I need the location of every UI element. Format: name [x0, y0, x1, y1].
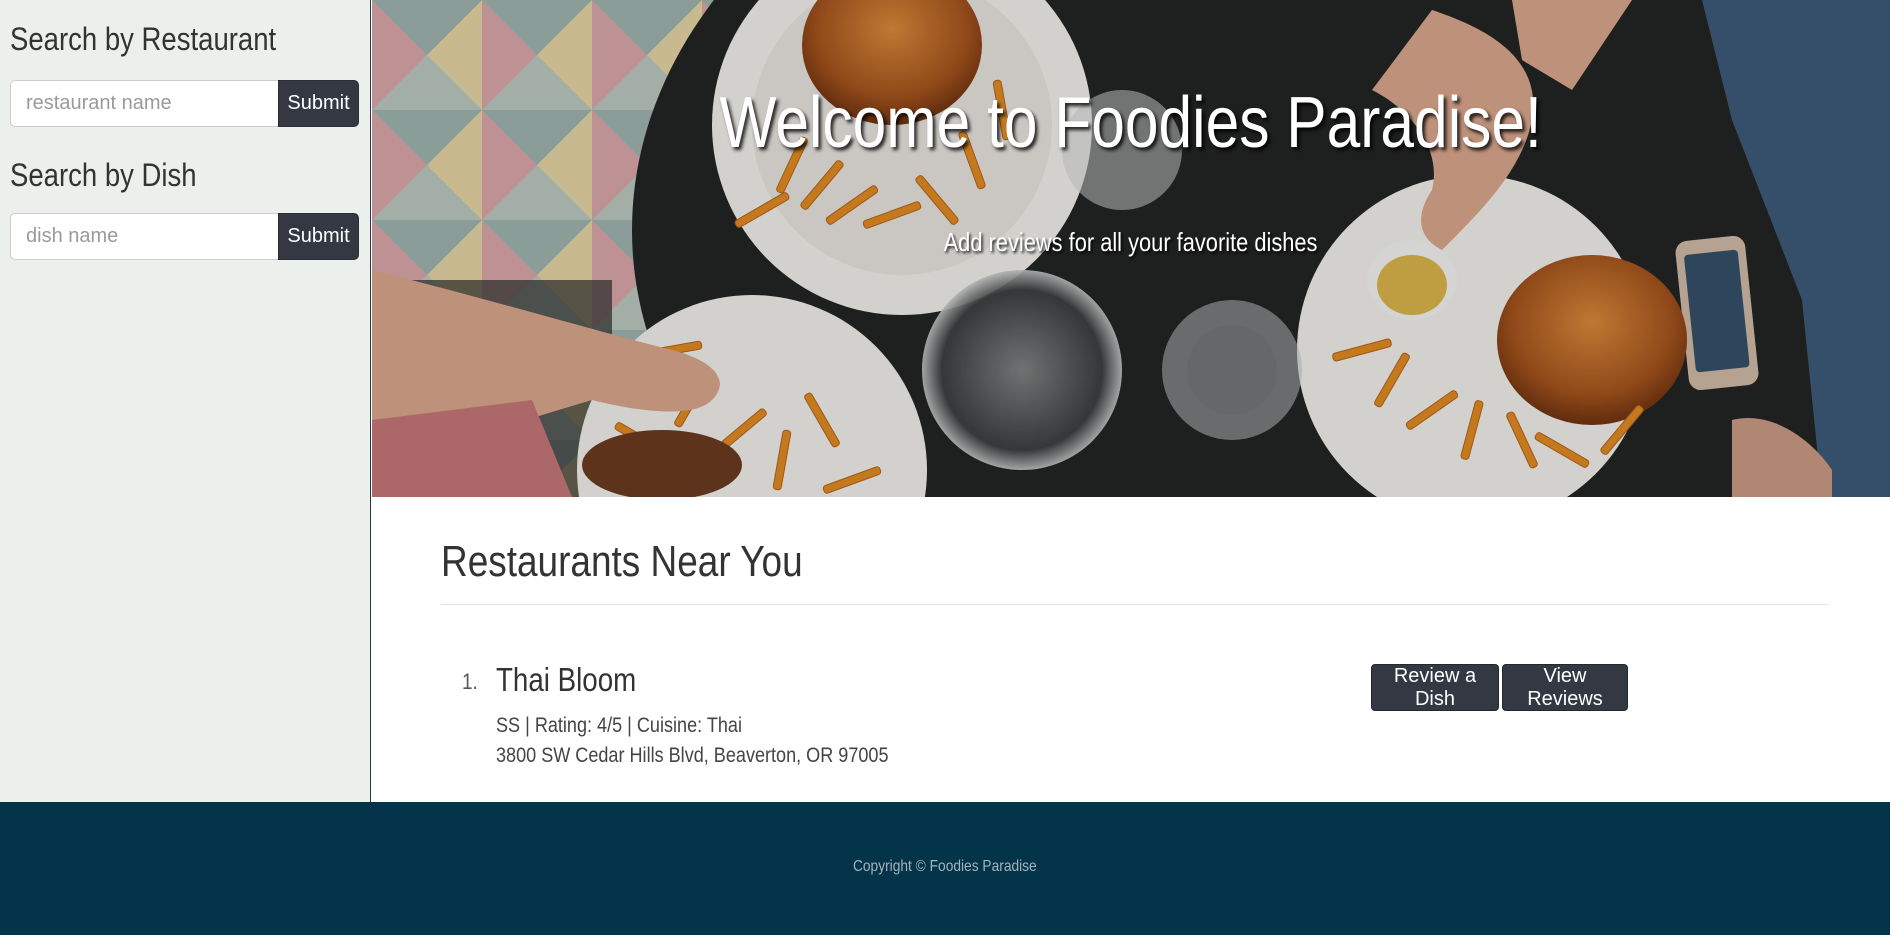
section-title: Restaurants Near You: [441, 537, 803, 586]
dish-search-form: Submit: [10, 213, 360, 260]
restaurant-search-input[interactable]: [10, 80, 278, 127]
sidebar: Search by Restaurant Submit Search by Di…: [0, 0, 371, 802]
list-item-number: 1.: [462, 669, 478, 694]
restaurant-name: Thai Bloom: [496, 661, 637, 698]
restaurant-meta: SS | Rating: 4/5 | Cuisine: Thai: [496, 714, 742, 737]
hero-banner: Welcome to Foodies Paradise! Add reviews…: [372, 0, 1890, 497]
copyright-text: Copyright © Foodies Paradise: [853, 858, 1037, 875]
restaurant-address: 3800 SW Cedar Hills Blvd, Beaverton, OR …: [496, 744, 889, 767]
review-dish-button[interactable]: Review a Dish: [1371, 664, 1499, 711]
dish-search-heading: Search by Dish: [10, 157, 197, 193]
hero-title: Welcome to Foodies Paradise!: [719, 83, 1543, 163]
view-reviews-button[interactable]: View Reviews: [1502, 664, 1628, 711]
hero-subtitle: Add reviews for all your favorite dishes: [944, 227, 1318, 257]
dish-search-input[interactable]: [10, 213, 278, 260]
dish-submit-button[interactable]: Submit: [278, 213, 359, 260]
restaurant-list-section: Restaurants Near You 1. Thai Bloom SS | …: [372, 497, 1890, 802]
section-divider: [441, 604, 1828, 605]
footer: Copyright © Foodies Paradise: [0, 802, 1890, 935]
restaurant-search-form: Submit: [10, 80, 360, 127]
restaurant-submit-button[interactable]: Submit: [278, 80, 359, 127]
restaurant-search-heading: Search by Restaurant: [10, 21, 277, 57]
